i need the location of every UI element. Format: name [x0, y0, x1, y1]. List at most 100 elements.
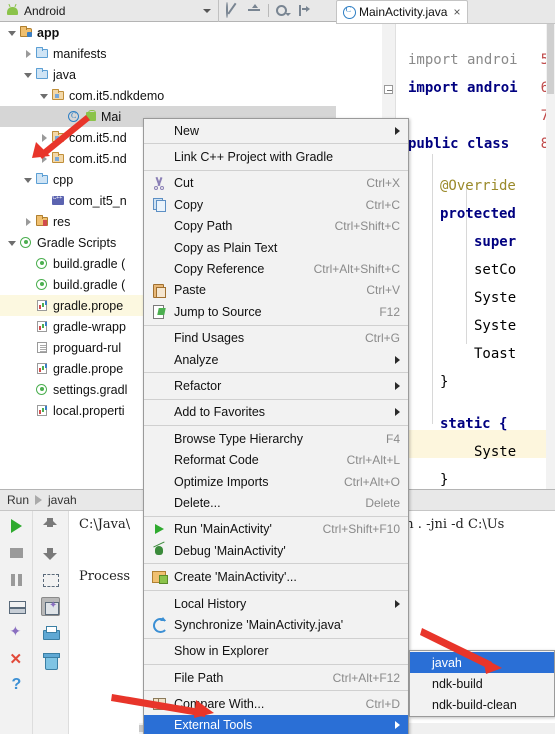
menu-separator	[144, 515, 408, 517]
project-toolbar: Android	[0, 0, 336, 22]
project-view-selector[interactable]: Android	[0, 0, 219, 22]
submenu-chevron-icon	[395, 721, 400, 730]
module-folder-icon	[19, 25, 34, 40]
menu-item-create-mainactivity[interactable]: Create 'MainActivity'...	[144, 566, 408, 587]
menu-item-find-usages[interactable]: Find Usages Ctrl+G	[144, 328, 408, 349]
submenu-item-ndk-build-clean[interactable]: ndk-build-clean	[410, 694, 554, 715]
tree-twisty-down-icon[interactable]	[6, 236, 19, 249]
menu-item-shortcut: F4	[385, 431, 400, 446]
menu-item-local-history[interactable]: Local History	[144, 593, 408, 614]
hide-panel-icon[interactable]	[296, 3, 311, 18]
cut-icon	[151, 176, 167, 191]
menu-item-copy-reference[interactable]: Copy Reference Ctrl+Alt+Shift+C	[144, 258, 408, 279]
tree-item-manifests[interactable]: manifests	[0, 43, 336, 64]
stop-icon[interactable]	[7, 543, 26, 562]
submenu-item-ndk-build[interactable]: ndk-build	[410, 673, 554, 694]
menu-item-new[interactable]: New	[144, 120, 408, 141]
menu-item-label: Copy Path	[174, 219, 233, 234]
run-configuration-name[interactable]: javah	[48, 493, 77, 507]
menu-item-synchronize-mainactivity-java[interactable]: Synchronize 'MainActivity.java'	[144, 614, 408, 635]
close-icon[interactable]: ×	[453, 5, 460, 19]
menu-item-link-c++-project-with-gradle[interactable]: Link C++ Project with Gradle	[144, 146, 408, 167]
collapse-all-icon[interactable]	[247, 3, 262, 18]
submenu-item-javah[interactable]: javah	[410, 652, 554, 673]
scroll-to-end-icon[interactable]	[41, 597, 60, 616]
project-toolbar-icons	[219, 2, 318, 18]
menu-item-debug-mainactivity[interactable]: Debug 'MainActivity'	[144, 540, 408, 561]
menu-item-label: Cut	[174, 176, 194, 191]
menu-item-browse-type-hierarchy[interactable]: Browse Type Hierarchy F4	[144, 428, 408, 449]
menu-item-paste[interactable]: Paste Ctrl+V	[144, 280, 408, 301]
print-icon[interactable]	[41, 624, 60, 643]
settings-gear-icon[interactable]	[275, 3, 291, 18]
package-folder-icon	[51, 151, 66, 166]
menu-item-cut[interactable]: Cut Ctrl+X	[144, 173, 408, 194]
editor-scrollbar[interactable]	[546, 24, 555, 489]
menu-item-copy[interactable]: Copy Ctrl+C	[144, 194, 408, 215]
tree-item-com-it5-ndkdemo[interactable]: com.it5.ndkdemo	[0, 85, 336, 106]
menu-item-label: Find Usages	[174, 331, 245, 346]
run-icon[interactable]	[7, 516, 26, 535]
menu-item-copy-path[interactable]: Copy Path Ctrl+Shift+C	[144, 216, 408, 237]
help-icon[interactable]	[7, 676, 26, 697]
menu-item-show-in-explorer[interactable]: Show in Explorer	[144, 641, 408, 662]
menu-item-run-mainactivity[interactable]: Run 'MainActivity' Ctrl+Shift+F10	[144, 519, 408, 540]
pause-icon[interactable]	[7, 570, 26, 589]
tree-twisty-right-icon[interactable]	[22, 47, 35, 60]
menu-item-analyze[interactable]: Analyze	[144, 349, 408, 370]
menu-item-label: Compare With...	[174, 697, 265, 712]
menu-separator	[144, 372, 408, 374]
menu-item-reformat-code[interactable]: Reformat Code Ctrl+Alt+L	[144, 449, 408, 470]
tree-twisty-down-icon[interactable]	[38, 89, 51, 102]
properties-icon	[35, 362, 50, 376]
menu-item-add-to-favorites[interactable]: Add to Favorites	[144, 402, 408, 423]
menu-item-compare-with[interactable]: Compare With... Ctrl+D	[144, 693, 408, 714]
tab-mainactivity-java[interactable]: MainActivity.java ×	[336, 0, 468, 23]
tree-item-label: app	[37, 25, 60, 40]
chevron-down-icon[interactable]	[203, 8, 211, 13]
tree-twisty-down-icon[interactable]	[22, 68, 35, 81]
menu-item-copy-as-plain-text[interactable]: Copy as Plain Text	[144, 237, 408, 258]
tree-item-java[interactable]: java	[0, 64, 336, 85]
editor-code[interactable]: import androi import androi public class…	[396, 24, 555, 489]
tree-twisty-down-icon[interactable]	[22, 173, 35, 186]
tree-twisty-right-icon[interactable]	[38, 131, 51, 144]
menu-item-shortcut: Ctrl+X	[366, 176, 400, 191]
menu-item-file-path[interactable]: File Path Ctrl+Alt+F12	[144, 667, 408, 688]
code-line: setCo	[474, 262, 517, 278]
soft-wrap-icon[interactable]	[41, 570, 60, 589]
tree-twisty-right-icon[interactable]	[22, 215, 35, 228]
tree-item-app[interactable]: app	[0, 22, 336, 43]
menu-item-jump-to-source[interactable]: Jump to Source F12	[144, 301, 408, 322]
fold-minus-icon[interactable]	[384, 85, 393, 94]
menu-item-refactor[interactable]: Refactor	[144, 375, 408, 396]
menu-item-delete[interactable]: Delete... Delete	[144, 492, 408, 513]
pin-icon[interactable]	[7, 623, 26, 643]
clear-all-icon[interactable]	[41, 651, 60, 670]
close-icon[interactable]	[7, 650, 26, 670]
menu-item-external-tools[interactable]: External Tools	[144, 714, 408, 734]
tree-item-label: local.properti	[53, 403, 125, 418]
tree-twisty-down-icon[interactable]	[6, 26, 19, 39]
scroll-up-icon[interactable]	[41, 516, 60, 535]
menu-item-label: New	[174, 123, 200, 138]
scroll-down-icon[interactable]	[41, 543, 60, 562]
external-tools-submenu[interactable]: javah ndk-build ndk-build-clean	[409, 650, 555, 717]
context-menu[interactable]: New Link C++ Project with Gradle Cut Ctrl+X…	[143, 118, 409, 734]
layout-icon[interactable]	[7, 597, 26, 616]
tree-twisty-right-icon[interactable]	[38, 152, 51, 165]
tree-item-label: proguard-rul	[53, 340, 122, 355]
menu-item-label: Analyze	[174, 352, 219, 367]
project-view-label: Android	[24, 3, 66, 18]
sync-icon[interactable]	[226, 2, 241, 18]
properties-icon	[35, 320, 50, 334]
menu-item-optimize-imports[interactable]: Optimize Imports Ctrl+Alt+O	[144, 471, 408, 492]
menu-item-label: Debug 'MainActivity'	[174, 543, 286, 558]
scrollbar-thumb[interactable]	[547, 24, 554, 94]
tree-item-label: Gradle Scripts	[37, 235, 117, 250]
